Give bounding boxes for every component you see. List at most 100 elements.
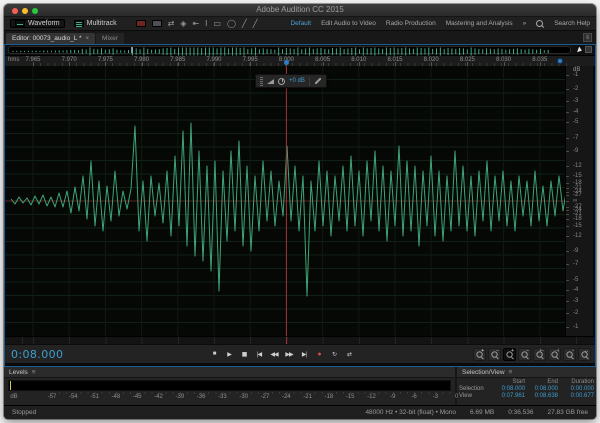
- db-scale-label: -18: [573, 216, 582, 222]
- multitrack-view-button[interactable]: Multitrack: [69, 19, 122, 28]
- overview-view-indicator[interactable]: [131, 47, 133, 53]
- zoom-to-selection-button[interactable]: ▫: [563, 348, 576, 361]
- show-spectral-icon[interactable]: [152, 20, 162, 27]
- db-scale-label: -15: [573, 223, 582, 229]
- search-help-label[interactable]: Search Help: [554, 20, 590, 27]
- time-selection-tool-icon[interactable]: I: [205, 19, 207, 28]
- db-scale-label: -27: [573, 204, 582, 210]
- zoom-in-at-in-point-button[interactable]: ⊢: [533, 348, 546, 361]
- record-button[interactable]: ●: [315, 351, 323, 358]
- razor-tool-icon[interactable]: ◈: [180, 19, 186, 28]
- time-value[interactable]: 0:00.000: [558, 386, 594, 392]
- status-bar: Stopped 48000 Hz • 32-bit (float) • Mono…: [4, 405, 596, 419]
- zoom-window-icon[interactable]: [32, 8, 38, 14]
- zoom-sub-glyph: +: [481, 348, 484, 354]
- zoom-in-amplitude-button[interactable]: +: [473, 348, 486, 361]
- workspace-item-default[interactable]: Default: [290, 20, 311, 27]
- hud-grip-icon[interactable]: [260, 77, 263, 86]
- workspace-item-edit-audio-to-video[interactable]: Edit Audio to Video: [321, 20, 376, 27]
- tab-editor[interactable]: Editor: 00073_audio_L * ×: [6, 33, 95, 44]
- zoom-in-time-button[interactable]: +: [503, 348, 516, 361]
- overview-strip[interactable]: [8, 46, 571, 54]
- waveform-display[interactable]: +0 dB dB -1-1-2-2-3-3-4-4-5-5-7-7-9-9-12…: [5, 66, 595, 336]
- levels-scale-label: -15: [346, 394, 355, 400]
- window-controls[interactable]: [12, 8, 38, 14]
- close-icon[interactable]: ×: [86, 36, 90, 42]
- show-waveform-icon[interactable]: [136, 20, 146, 27]
- zoom-sub-glyph: ⊣: [555, 348, 559, 354]
- slip-tool-icon[interactable]: ⇤: [192, 19, 199, 28]
- time-value[interactable]: 0:00.677: [558, 393, 594, 399]
- pause-button[interactable]: ▮▮: [240, 351, 248, 358]
- scroll-strip[interactable]: [5, 336, 595, 344]
- workspace-item-radio-production[interactable]: Radio Production: [386, 20, 436, 27]
- move-tool-icon[interactable]: ⇄: [168, 19, 175, 28]
- spot-healing-brush-icon[interactable]: ╱: [253, 19, 258, 28]
- loop-playback-button[interactable]: ↻: [330, 351, 338, 358]
- rewind-button[interactable]: ◀◀: [270, 351, 278, 358]
- close-window-icon[interactable]: [12, 8, 18, 14]
- blue-dot-indicator: [557, 58, 563, 64]
- transport-bar: 0:08.000 ■▶▮▮|◀◀◀▶▶▶|●↻⇄ +−+−⊢⊣▫↔: [5, 344, 595, 363]
- multitrack-icon: [74, 20, 84, 27]
- levels-scale: dB-57-54-51-48-45-42-39-36-33-30-27-24-2…: [4, 392, 455, 404]
- time-display[interactable]: 0:08.000: [5, 348, 63, 361]
- workspace-overflow-icon[interactable]: »: [523, 20, 527, 27]
- overview-navigator[interactable]: [5, 45, 595, 56]
- levels-scale-label: -18: [325, 394, 334, 400]
- db-scale-label: -5: [573, 277, 578, 283]
- db-scale-label: -27: [573, 192, 582, 198]
- selection-view-title[interactable]: Selection/View: [462, 369, 505, 376]
- time-value[interactable]: 0:08.638: [525, 393, 558, 399]
- db-scale-tick: [566, 214, 569, 215]
- amplitude-db-scale[interactable]: dB -1-1-2-2-3-3-4-4-5-5-7-7-9-9-12-12-15…: [565, 66, 593, 336]
- db-scale-tick: [566, 301, 569, 302]
- workspace-item-mastering-and-analysis[interactable]: Mastering and Analysis: [446, 20, 513, 27]
- overview-menu-icon[interactable]: [585, 46, 592, 53]
- db-scale-label: ∞: [573, 198, 577, 204]
- time-value[interactable]: 0:07.961: [491, 393, 525, 399]
- search-icon[interactable]: [536, 20, 544, 28]
- zoom-in-at-out-point-button[interactable]: ⊣: [548, 348, 561, 361]
- skip-selection-button[interactable]: ⇄: [345, 351, 353, 358]
- title-bar[interactable]: Adobe Audition CC 2015: [4, 4, 596, 17]
- gain-knob[interactable]: [278, 78, 285, 85]
- tab-mixer[interactable]: Mixer: [96, 33, 124, 44]
- skip-to-next-button[interactable]: ▶|: [300, 351, 308, 358]
- edit-pencil-icon[interactable]: [314, 77, 321, 84]
- waveform-canvas[interactable]: +0 dB: [5, 66, 565, 336]
- hud-gain-control[interactable]: +0 dB: [255, 74, 327, 88]
- minimize-window-icon[interactable]: [22, 8, 28, 14]
- play-button[interactable]: ▶: [225, 351, 233, 358]
- waveform-view-button[interactable]: Waveform: [10, 19, 65, 28]
- levels-menu-icon[interactable]: ≡: [32, 369, 36, 376]
- levels-panel-title[interactable]: Levels: [9, 369, 28, 376]
- lasso-selection-tool-icon[interactable]: ◯: [227, 19, 236, 28]
- volume-icon: [267, 79, 274, 84]
- audio-format: 48000 Hz • 32-bit (float) • Mono: [365, 409, 456, 416]
- playhead-handle[interactable]: [284, 60, 289, 65]
- db-scale-label: -7: [573, 261, 578, 267]
- db-scale-tick: [566, 101, 569, 102]
- db-scale-label: -12: [573, 233, 582, 239]
- selection-view-menu-icon[interactable]: ≡: [509, 369, 513, 376]
- editor-tab-label: Editor: 00073_audio_L *: [12, 35, 82, 42]
- zoom-out-full-button[interactable]: ↔: [578, 348, 591, 361]
- db-scale-label: -1: [573, 324, 578, 330]
- stop-button[interactable]: ■: [210, 351, 218, 357]
- zoom-out-time-button[interactable]: −: [518, 348, 531, 361]
- time-value[interactable]: 0:08.000: [525, 386, 558, 392]
- db-scale-tick: [566, 89, 569, 90]
- zoom-out-amplitude-button[interactable]: −: [488, 348, 501, 361]
- levels-scale-label: -48: [112, 394, 121, 400]
- timeline-ruler[interactable]: hms 7.9657.9707.9757.9807.9857.9907.9958…: [5, 56, 595, 66]
- marquee-selection-tool-icon[interactable]: ▭: [213, 19, 221, 28]
- fast-forward-button[interactable]: ▶▶: [285, 351, 293, 358]
- paintbrush-selection-tool-icon[interactable]: ╱: [242, 19, 247, 28]
- time-value[interactable]: 0:08.000: [491, 386, 525, 392]
- overview-cursor-icon[interactable]: [577, 46, 583, 53]
- panel-menu-icon[interactable]: ≡: [583, 33, 592, 42]
- levels-scale-label: -39: [175, 394, 184, 400]
- skip-to-previous-button[interactable]: |◀: [255, 351, 263, 358]
- gain-value[interactable]: +0 dB: [289, 78, 305, 84]
